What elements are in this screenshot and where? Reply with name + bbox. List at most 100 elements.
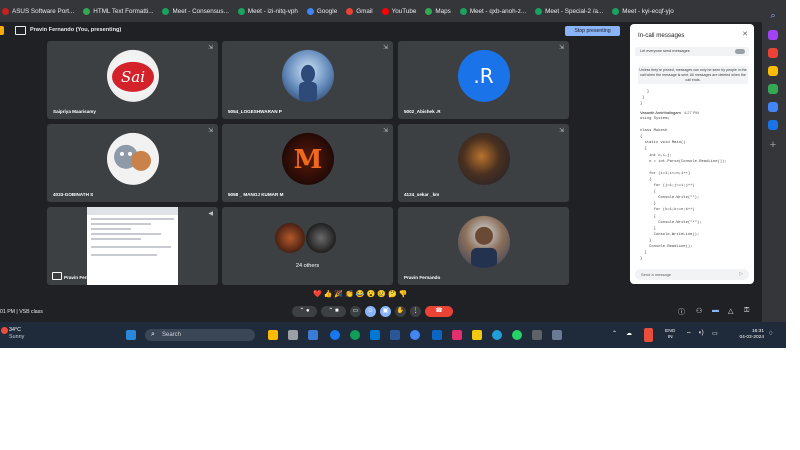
meet-controls: ❤️👍🎉👏😂😮😢🤔👎 01 PM | VSB class ⌃ ● ⌃ ■ ▭ ☺… — [0, 284, 786, 324]
send-icon[interactable]: ▷ — [733, 269, 743, 280]
participant-tile[interactable]: ⇲ 4033-GOBINATH S — [47, 124, 218, 202]
extension-icon[interactable] — [768, 48, 778, 58]
bookmark-item[interactable]: Meet - Consensus... — [162, 7, 229, 15]
participant-tile[interactable]: ⇲ 4124_sekar _km — [398, 124, 569, 202]
vscode-icon[interactable] — [390, 330, 400, 340]
participant-name: Saipriya Maarisamy — [53, 109, 96, 114]
taskbar: 34°C Sunny ⌕ Search ⌃ ☁ ENG IN ⌔ ◖) ▭ 16… — [0, 322, 786, 348]
wifi-icon[interactable]: ⌔ — [686, 330, 692, 338]
hand-icon: ✋ — [396, 308, 405, 314]
allow-messages-toggle-row[interactable]: Let everyone send messages — [635, 47, 749, 56]
task-view-icon[interactable] — [288, 330, 298, 340]
raise-hand-button[interactable]: ✋ — [395, 306, 406, 317]
bookmark-favicon-icon — [306, 7, 314, 15]
whatsapp-icon[interactable] — [512, 330, 522, 340]
close-icon[interactable]: ✕ — [742, 30, 748, 38]
instagram-icon[interactable] — [452, 330, 462, 340]
present-button[interactable]: ▣ — [380, 306, 391, 317]
volume-icon[interactable]: ◖) — [698, 330, 704, 336]
system-clock[interactable]: 16:31 04-03-2024 — [730, 329, 764, 341]
extension-icon[interactable] — [768, 84, 778, 94]
participant-tile[interactable]: ⇲ .R 5002_Abishek .R — [398, 41, 569, 119]
pin-icon[interactable]: ⇲ — [208, 127, 213, 134]
bookmark-item[interactable]: Meet - izi-nitq-vph — [237, 7, 298, 15]
facebook-icon[interactable] — [330, 330, 340, 340]
emoji-button[interactable]: ☺ — [365, 306, 376, 317]
extension-icon[interactable] — [768, 102, 778, 112]
info-icon[interactable]: ⓘ — [678, 307, 685, 317]
others-tile[interactable]: 24 others — [222, 207, 393, 285]
search-icon[interactable]: ⌕ — [768, 10, 778, 20]
activities-icon[interactable]: △ — [728, 307, 733, 315]
bookmark-item[interactable]: Gmail — [346, 7, 373, 15]
bookmark-item[interactable]: Google — [306, 7, 337, 15]
taskbar-search[interactable]: ⌕ Search — [145, 329, 255, 341]
pin-icon[interactable]: ⇲ — [559, 127, 564, 134]
battery-icon[interactable]: ▭ — [712, 330, 718, 337]
edge-icon[interactable] — [350, 330, 360, 340]
bookmark-item[interactable]: YouTube — [381, 7, 417, 15]
more-options-button[interactable]: ⋮ — [410, 306, 421, 317]
tray-chevron-icon[interactable]: ⌃ — [612, 330, 617, 337]
telegram-icon[interactable] — [492, 330, 502, 340]
bookmark-item[interactable]: ASUS Software Port... — [2, 7, 74, 15]
pin-icon[interactable]: ⇲ — [559, 44, 564, 51]
participant-tile[interactable]: ⇲ Sai Saipriya Maarisamy — [47, 41, 218, 119]
code-line: n = int.Parse(Console.ReadLine()); — [640, 159, 727, 164]
participant-tile[interactable]: ⇲ 5054_LOGESHWARAN P — [222, 41, 393, 119]
clock-date: 04-03-2024 — [739, 335, 764, 340]
chrome-icon[interactable] — [410, 330, 420, 340]
weather-alert-icon[interactable] — [1, 327, 8, 334]
pin-icon[interactable]: ⇲ — [208, 44, 213, 51]
captions-button[interactable]: ▭ — [350, 306, 361, 317]
extension-icon[interactable] — [768, 66, 778, 76]
weather-temperature[interactable]: 34°C — [9, 327, 21, 333]
onedrive-icon[interactable]: ☁ — [626, 330, 632, 337]
bookmark-item[interactable]: Meet - Special-2 /a... — [535, 7, 604, 15]
extension-icon[interactable] — [768, 30, 778, 40]
notifications-icon[interactable]: ♢ — [768, 330, 773, 337]
extension-icon[interactable] — [768, 120, 778, 130]
pin-icon[interactable]: ⇲ — [383, 44, 388, 51]
bookmark-label: Meet - Special-2 /a... — [545, 7, 604, 15]
camera-button[interactable]: ⌃ ■ — [321, 306, 346, 317]
bookmark-item[interactable]: Meet - kyi-ecqf-yjo — [612, 7, 674, 15]
bookmark-item[interactable]: HTML Text Formatti... — [83, 7, 154, 15]
bookmark-label: HTML Text Formatti... — [93, 7, 154, 15]
letter-avatar: .R — [457, 49, 510, 102]
pin-icon[interactable]: ⇲ — [383, 127, 388, 134]
reactions-bar[interactable]: ❤️👍🎉👏😂😮😢🤔👎 — [313, 290, 409, 298]
mic-button[interactable]: ⌃ ● — [292, 306, 317, 317]
avatar-initial: .R — [473, 63, 494, 88]
send-message-input[interactable]: Send a message ▷ — [635, 269, 749, 280]
people-icon[interactable]: ⚇ — [696, 307, 702, 315]
toggle-switch[interactable] — [735, 49, 745, 54]
start-button-icon[interactable] — [126, 330, 136, 340]
leave-call-button[interactable]: ☎ — [425, 306, 453, 317]
host-controls-icon[interactable]: ⚿ — [744, 307, 749, 315]
chat-app-icon[interactable] — [308, 330, 318, 340]
message-time: 4:27 PM — [683, 110, 699, 115]
bookmark-item[interactable]: Maps — [425, 7, 451, 15]
stop-presenting-button[interactable]: Stop presenting — [565, 26, 620, 36]
chat-icon[interactable]: ▬ — [712, 307, 719, 314]
weather-condition[interactable]: Sunny — [9, 334, 24, 340]
folder-icon[interactable] — [472, 330, 482, 340]
bookmark-item[interactable]: Meet - qxb-anoh-z... — [459, 7, 526, 15]
participant-tile[interactable]: ◀ Pravin Fernando — [47, 207, 218, 285]
meet-header: Pravin Fernando (You, presenting) Stop p… — [0, 23, 625, 39]
bookmark-favicon-icon — [459, 7, 467, 15]
file-explorer-icon[interactable] — [268, 330, 278, 340]
participant-tile[interactable]: Pravin Fernando — [398, 207, 569, 285]
calculator-icon[interactable] — [532, 330, 542, 340]
portrait-avatar-icon — [457, 215, 510, 268]
outlook-icon[interactable] — [370, 330, 380, 340]
bookmark-label: Gmail — [356, 7, 373, 15]
mic-in-use-icon[interactable] — [644, 328, 653, 342]
snipping-tool-icon[interactable] — [552, 330, 562, 340]
participant-tile[interactable]: ⇲ M 5058 _ MANOJ KUMAR M — [222, 124, 393, 202]
input-language[interactable]: ENG IN — [665, 329, 675, 341]
add-icon[interactable]: + — [768, 140, 778, 151]
linkedin-icon[interactable] — [432, 330, 442, 340]
bookmark-label: YouTube — [391, 7, 417, 15]
